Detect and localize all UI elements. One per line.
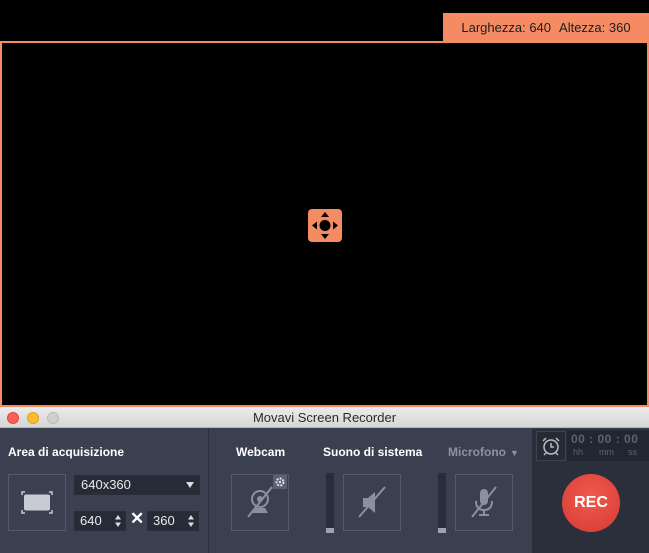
move-arrows-icon <box>312 212 338 239</box>
system-audio-label: Suono di sistema <box>323 445 423 459</box>
system-audio-level-meter <box>326 473 334 533</box>
alarm-clock-icon <box>542 437 560 456</box>
microphone-label: Microfono <box>448 445 506 459</box>
width-label: Larghezza: <box>461 19 526 35</box>
microphone-level-meter <box>438 473 446 533</box>
height-value: 360 <box>608 19 631 35</box>
webcam-settings-button[interactable] <box>273 475 287 489</box>
microphone-off-icon <box>471 486 497 518</box>
speaker-muted-icon <box>358 486 386 518</box>
window-title: Movavi Screen Recorder <box>252 410 397 425</box>
width-input-value: 640 <box>80 513 102 528</box>
chevron-down-icon <box>186 482 194 488</box>
area-preset-value: 640x360 <box>81 477 131 492</box>
height-label: Altezza: <box>559 19 606 35</box>
recorder-window: Movavi Screen Recorder Area di acquisizi… <box>0 407 649 553</box>
select-area-button[interactable] <box>8 474 66 531</box>
webcam-label: Webcam <box>236 445 286 459</box>
stepper-icon[interactable] <box>188 515 194 527</box>
timer-unit-hours: hh <box>573 447 584 457</box>
width-value: 640 <box>529 19 552 35</box>
microphone-toggle-button[interactable] <box>455 474 513 531</box>
microphone-level-fill <box>438 528 446 533</box>
height-input[interactable]: 360 <box>147 511 199 531</box>
gear-icon <box>275 477 285 487</box>
stepper-icon[interactable] <box>115 515 121 527</box>
timer-unit-seconds: ss <box>628 447 637 457</box>
recording-timer: 00 : 00 : 00 hh mm ss <box>567 431 649 461</box>
chevron-down-icon: ▼ <box>510 448 519 458</box>
capture-area-label: Area di acquisizione <box>8 445 125 459</box>
microphone-dropdown[interactable]: Microfono ▼ <box>448 445 519 459</box>
select-area-icon <box>21 491 53 514</box>
title-bar[interactable]: Movavi Screen Recorder <box>0 407 649 428</box>
area-preset-select[interactable]: 640x360 <box>74 475 200 495</box>
timer-unit-minutes: mm <box>599 447 614 457</box>
height-input-value: 360 <box>153 513 175 528</box>
system-audio-level-fill <box>326 528 334 533</box>
system-audio-toggle-button[interactable] <box>343 474 401 531</box>
dimensions-badge: Larghezza: 640 Altezza: 360 <box>443 13 649 41</box>
section-divider <box>208 429 209 553</box>
move-handle[interactable] <box>308 209 342 242</box>
width-input[interactable]: 640 <box>74 511 126 531</box>
capture-area-frame[interactable] <box>0 41 649 407</box>
rec-button[interactable]: REC <box>562 474 620 532</box>
timer-digits: 00 : 00 : 00 <box>571 432 639 446</box>
scheduler-button[interactable] <box>536 431 566 461</box>
times-symbol: ✕ <box>130 509 145 528</box>
